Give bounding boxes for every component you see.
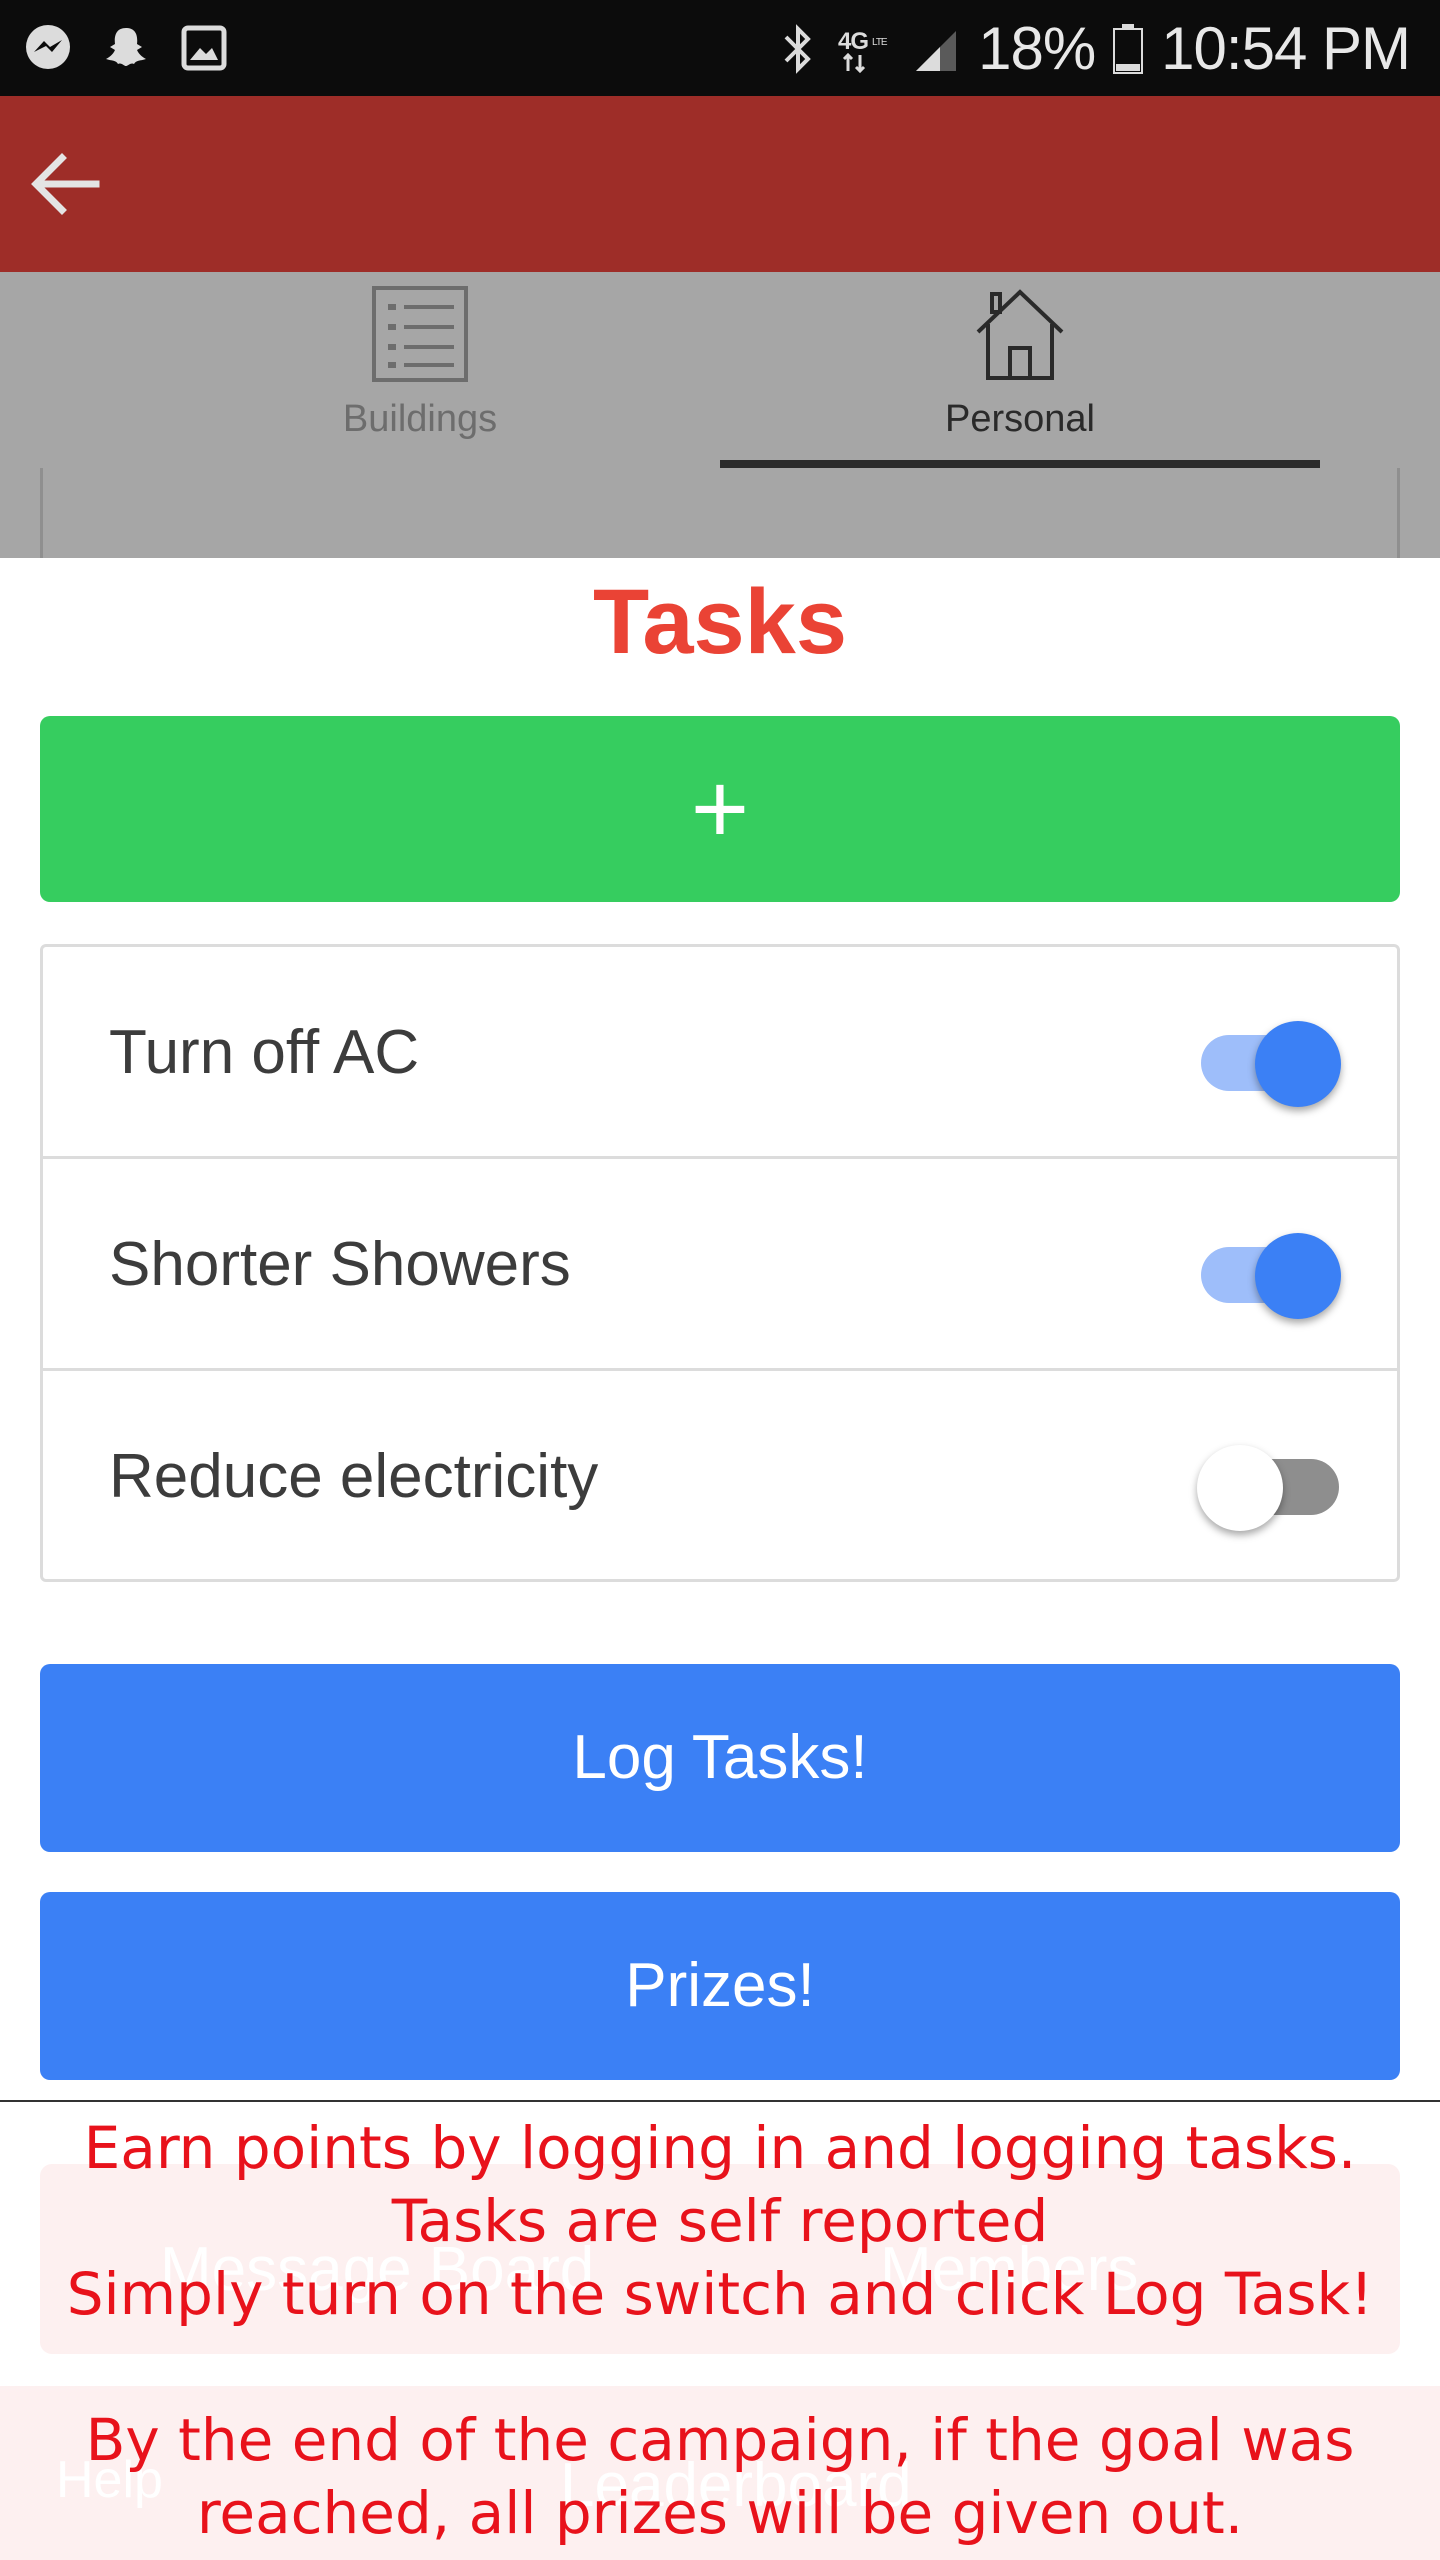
status-bar: 4G LTE 18% 10:54 PM (0, 0, 1440, 96)
svg-text:LTE: LTE (872, 37, 888, 48)
gallery-icon (181, 25, 227, 71)
task-row: Shorter Showers (43, 1159, 1397, 1371)
signal-icon (916, 30, 957, 71)
info-line: Tasks are self reported (391, 2187, 1049, 2255)
clock: 10:54 PM (1161, 15, 1411, 82)
info-line: Earn points by logging in and logging ta… (83, 2114, 1357, 2182)
toggle-knob (1255, 1233, 1341, 1319)
divider (0, 2100, 1440, 2102)
back-arrow-icon[interactable] (28, 146, 104, 222)
snapchat-icon (106, 28, 146, 66)
tab-selected-indicator (720, 460, 1320, 468)
tasks-dialog: Tasks + Turn off AC Shorter Showers Redu… (0, 558, 1440, 2560)
task-list: Turn off AC Shorter Showers Reduce elect… (40, 944, 1400, 1582)
task-toggle-turn-off-ac[interactable] (1201, 1021, 1341, 1107)
add-task-button[interactable]: + (40, 716, 1400, 902)
task-label: Shorter Showers (109, 1230, 571, 1299)
prizes-button[interactable]: Prizes! (40, 1892, 1400, 2080)
bluetooth-icon (784, 23, 811, 74)
task-row: Turn off AC (43, 947, 1397, 1159)
info-text-prizes: By the end of the campaign, if the goal … (0, 2404, 1440, 2550)
network-4g-icon: 4G LTE (838, 28, 889, 73)
info-line: Simply turn on the switch and click Log … (66, 2260, 1374, 2328)
tab-buildings-label: Buildings (342, 398, 498, 440)
toggle-knob (1197, 1445, 1283, 1531)
task-row: Reduce electricity (43, 1371, 1397, 1583)
battery-icon (1113, 23, 1144, 74)
info-text-points: Earn points by logging in and logging ta… (0, 2112, 1440, 2331)
status-bar-system: 4G LTE 18% 10:54 PM (778, 14, 1411, 83)
messenger-icon (26, 25, 70, 69)
dialog-title: Tasks (592, 571, 848, 673)
list-icon (372, 286, 468, 382)
tab-bar: Buildings Personal (0, 272, 1440, 754)
status-bar-notifications (22, 22, 230, 74)
tab-personal-label: Personal (945, 398, 1095, 440)
task-label: Reduce electricity (109, 1442, 599, 1511)
tab-buildings[interactable]: Buildings (120, 284, 720, 452)
svg-text:4G: 4G (838, 28, 868, 55)
info-line: By the end of the campaign, if the goal … (85, 2406, 1355, 2474)
log-tasks-button[interactable]: Log Tasks! (40, 1664, 1400, 1852)
house-icon (976, 289, 1064, 380)
tab-personal[interactable]: Personal (720, 284, 1320, 452)
battery-percent: 18% (978, 15, 1096, 82)
task-toggle-reduce-electricity[interactable] (1197, 1445, 1339, 1531)
info-line: reached, all prizes will be given out. (196, 2479, 1244, 2547)
app-bar (0, 96, 1440, 272)
task-label: Turn off AC (109, 1018, 420, 1087)
task-toggle-shorter-showers[interactable] (1201, 1233, 1341, 1319)
toggle-knob (1255, 1021, 1341, 1107)
